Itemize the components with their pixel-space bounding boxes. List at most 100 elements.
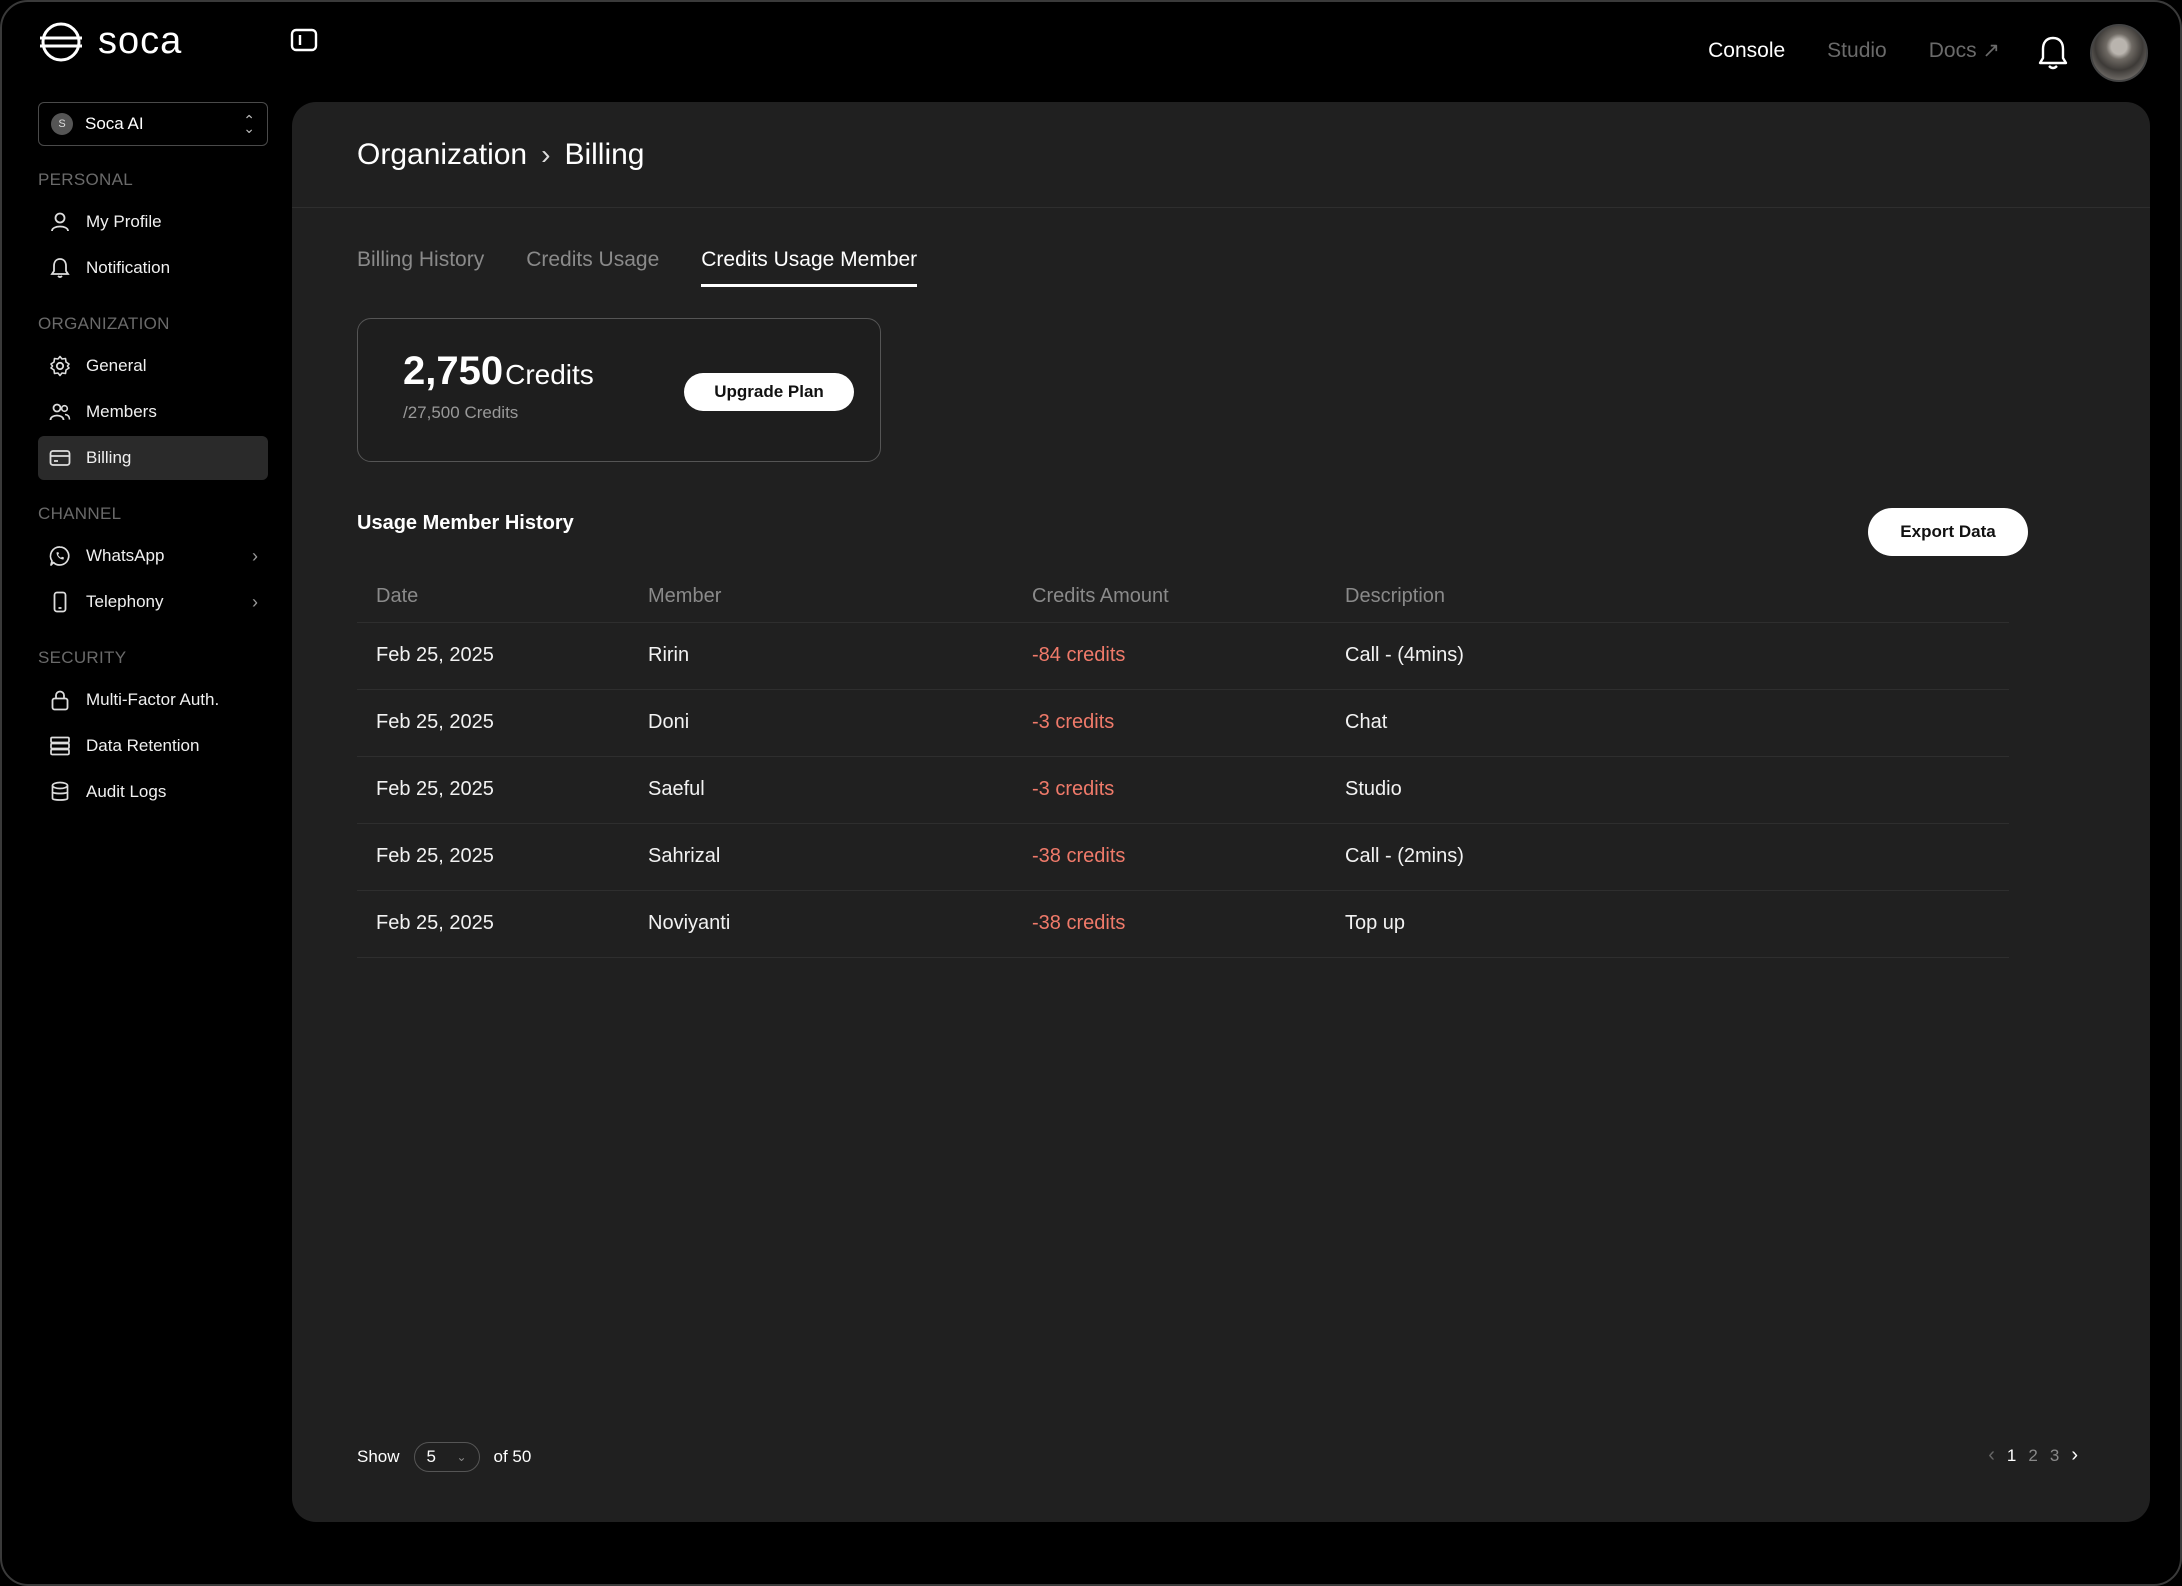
app-logo[interactable]: soca xyxy=(38,20,182,63)
breadcrumb-organization[interactable]: Organization xyxy=(357,138,527,172)
cell-description: Studio xyxy=(1345,756,2009,824)
breadcrumb: Organization › Billing xyxy=(292,102,2150,208)
org-badge: S xyxy=(51,113,73,135)
cell-amount: -38 credits xyxy=(1032,890,1345,958)
page-number-3[interactable]: 3 xyxy=(2050,1446,2059,1466)
page-number-2[interactable]: 2 xyxy=(2028,1446,2037,1466)
lock-icon xyxy=(51,690,69,711)
sidebar-item-label: Data Retention xyxy=(86,736,200,755)
cell-date: Feb 25, 2025 xyxy=(357,756,648,824)
cell-date: Feb 25, 2025 xyxy=(357,689,648,757)
notification-bell-icon[interactable] xyxy=(2036,34,2070,72)
sidebar-item-notification[interactable]: Notification xyxy=(38,246,268,290)
sidebar-item-label: Members xyxy=(86,402,157,421)
cell-description: Call - (2mins) xyxy=(1345,823,2009,891)
sidebar-toggle-icon[interactable] xyxy=(290,28,318,52)
cell-description: Chat xyxy=(1345,689,2009,757)
table-row[interactable]: Feb 25, 2025 Noviyanti -38 credits Top u… xyxy=(357,890,2009,958)
nav-console[interactable]: Console xyxy=(1708,39,1785,63)
billing-tabs: Billing History Credits Usage Credits Us… xyxy=(357,248,918,287)
user-avatar[interactable] xyxy=(2090,24,2148,82)
members-icon xyxy=(49,403,71,421)
sidebar-item-data-retention[interactable]: Data Retention xyxy=(38,724,268,768)
section-label-organization: ORGANIZATION xyxy=(38,314,170,333)
tab-credits-usage[interactable]: Credits Usage xyxy=(526,248,659,287)
sidebar-item-label: Billing xyxy=(86,448,132,467)
tab-billing-history[interactable]: Billing History xyxy=(357,248,484,287)
table-row[interactable]: Feb 25, 2025 Saeful -3 credits Studio xyxy=(357,756,2009,824)
sidebar-item-my-profile[interactable]: My Profile xyxy=(38,200,268,244)
database-icon xyxy=(51,781,69,801)
sidebar-item-audit-logs[interactable]: Audit Logs xyxy=(38,770,268,814)
cell-amount: -3 credits xyxy=(1032,756,1345,824)
sidebar-item-label: WhatsApp xyxy=(86,546,165,565)
top-navigation: Console Studio Docs ↗ xyxy=(1708,38,2000,63)
cell-member: Doni xyxy=(648,689,1032,757)
sidebar-item-members[interactable]: Members xyxy=(38,390,268,434)
column-header-credits-amount[interactable]: Credits Amount xyxy=(1032,572,1345,623)
sidebar-item-label: Audit Logs xyxy=(86,782,167,801)
credits-limit: /27,500 Credits xyxy=(403,403,519,422)
section-title: Usage Member History xyxy=(357,512,574,534)
phone-icon xyxy=(53,591,67,613)
upgrade-plan-button[interactable]: Upgrade Plan xyxy=(684,373,854,411)
cell-amount: -38 credits xyxy=(1032,823,1345,891)
cell-member: Noviyanti xyxy=(648,890,1032,958)
cell-member: Saeful xyxy=(648,756,1032,824)
page-size-select[interactable]: 5 ⌄ xyxy=(413,1442,480,1472)
chevron-down-icon: ⌄ xyxy=(456,1450,467,1464)
column-header-member[interactable]: Member xyxy=(648,572,1032,623)
chevron-right-icon: › xyxy=(541,138,551,170)
sidebar-item-mfa[interactable]: Multi-Factor Auth. xyxy=(38,678,268,722)
chevron-left-icon[interactable]: ‹ xyxy=(1988,1444,1995,1467)
chevron-right-icon: › xyxy=(252,591,258,612)
card-icon xyxy=(49,450,71,466)
sidebar-item-telephony[interactable]: Telephony › xyxy=(38,580,268,624)
page-size-control: Show 5 ⌄ of 50 xyxy=(357,1442,531,1472)
sidebar-item-whatsapp[interactable]: WhatsApp › xyxy=(38,534,268,578)
cell-amount: -3 credits xyxy=(1032,689,1345,757)
credits-card: 2,750 Credits /27,500 Credits Upgrade Pl… xyxy=(357,318,881,462)
cell-description: Call - (4mins) xyxy=(1345,622,2009,690)
total-count-label: of 50 xyxy=(493,1447,532,1466)
cell-member: Sahrizal xyxy=(648,823,1032,891)
logo-text: soca xyxy=(98,20,183,62)
usage-table: Date Member Credits Amount Description F… xyxy=(357,572,2009,958)
gear-icon xyxy=(50,355,70,377)
credits-amount: 2,750 xyxy=(403,349,504,393)
pagination: ‹ 1 2 3 › xyxy=(1988,1444,2078,1467)
sidebar-item-label: My Profile xyxy=(86,212,162,231)
table-row[interactable]: Feb 25, 2025 Doni -3 credits Chat xyxy=(357,689,2009,757)
sidebar-item-general[interactable]: General xyxy=(38,344,268,388)
section-label-security: SECURITY xyxy=(38,648,127,667)
sidebar-item-label: Telephony xyxy=(86,592,164,611)
tab-credits-usage-member[interactable]: Credits Usage Member xyxy=(701,248,918,287)
app-window: soca Console Studio Docs ↗ S Soca AI ⌃ ⌄ … xyxy=(0,0,2182,1586)
chevron-right-icon[interactable]: › xyxy=(2071,1444,2078,1467)
column-header-date[interactable]: Date xyxy=(357,572,648,623)
sidebar-item-label: Multi-Factor Auth. xyxy=(86,690,220,709)
sidebar-item-label: Notification xyxy=(86,258,171,277)
chevron-updown-icon: ⌃ ⌄ xyxy=(243,112,255,136)
export-data-button[interactable]: Export Data xyxy=(1868,508,2028,556)
sidebar: S Soca AI ⌃ ⌄ PERSONAL My Profile Notific… xyxy=(38,102,268,816)
cell-date: Feb 25, 2025 xyxy=(357,823,648,891)
user-icon xyxy=(51,212,69,232)
table-row[interactable]: Feb 25, 2025 Sahrizal -38 credits Call -… xyxy=(357,823,2009,891)
column-header-description[interactable]: Description xyxy=(1345,572,2009,623)
server-icon xyxy=(50,736,70,756)
cell-date: Feb 25, 2025 xyxy=(357,890,648,958)
nav-docs[interactable]: Docs ↗ xyxy=(1929,38,2000,63)
whatsapp-icon xyxy=(49,546,70,566)
section-label-channel: CHANNEL xyxy=(38,504,122,523)
sidebar-item-billing[interactable]: Billing xyxy=(38,436,268,480)
org-name: Soca AI xyxy=(85,114,144,133)
nav-studio[interactable]: Studio xyxy=(1827,39,1887,63)
organization-selector[interactable]: S Soca AI ⌃ ⌄ xyxy=(38,102,268,146)
credits-unit: Credits xyxy=(505,359,594,390)
page-number-1[interactable]: 1 xyxy=(2007,1446,2016,1466)
cell-amount: -84 credits xyxy=(1032,622,1345,690)
table-row[interactable]: Feb 25, 2025 Ririn -84 credits Call - (4… xyxy=(357,622,2009,690)
cell-member: Ririn xyxy=(648,622,1032,690)
bell-icon xyxy=(50,258,70,278)
